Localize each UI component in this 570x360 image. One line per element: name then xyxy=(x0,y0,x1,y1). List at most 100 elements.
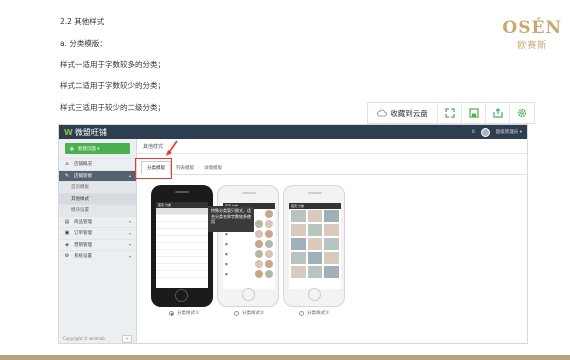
tab-detail-template[interactable]: 详情模版 xyxy=(199,161,227,174)
radio-button[interactable] xyxy=(299,310,304,316)
phone-preview-style-1[interactable]: 首页 分类 xyxy=(151,185,213,307)
sidebar-item-overview[interactable]: ⌂ 店铺概况 xyxy=(59,158,136,170)
section-heading: 2.2 其他样式 xyxy=(60,17,105,26)
sidebar-item-system[interactable]: ⚙ 系统设置 ▾ xyxy=(59,250,136,262)
list-item xyxy=(289,209,341,223)
gear-icon xyxy=(517,108,527,118)
radio-button[interactable] xyxy=(169,310,174,316)
category-image xyxy=(255,230,263,238)
order-icon: ▣ xyxy=(64,230,70,237)
save-to-cloud-label: 收藏到云盘 xyxy=(390,108,428,118)
plus-icon: + xyxy=(69,144,75,153)
radio-label: 分类样式③ xyxy=(307,311,330,316)
radio-label: 分类样式② xyxy=(242,311,265,316)
sidebar-item-label: 营销管理 xyxy=(74,242,92,248)
chevron-down-icon: ▾ xyxy=(128,242,131,248)
red-arrow-icon xyxy=(166,140,178,156)
list-item xyxy=(156,215,208,222)
save-to-cloud-button[interactable]: 收藏到云盘 xyxy=(368,103,438,123)
chevron-up-icon: ▴ xyxy=(128,173,131,179)
sidebar-subitem-other-styles[interactable]: 其他样式 xyxy=(59,192,136,204)
style-tooltip: 特殊分类暂只限式，适合分类名称字数较多使用 xyxy=(208,206,254,232)
list-item xyxy=(156,257,208,264)
chevron-down-icon: ▾ xyxy=(128,253,131,259)
topbar-right: 0 超级管理员 ▾ xyxy=(472,127,527,137)
tab-highlight-box xyxy=(135,158,172,179)
phone-speaker xyxy=(308,192,322,194)
sidebar-item-products[interactable]: ▤ 商品管理 ▾ xyxy=(59,215,136,228)
category-image xyxy=(265,260,273,268)
sidebar-subitem-module-settings[interactable]: 模块设置 xyxy=(59,204,136,216)
chevron-down-icon: ▾ xyxy=(128,219,131,225)
sidebar-subitem-home-template[interactable]: 首页模板 xyxy=(59,181,136,193)
radio-style-3[interactable]: 分类样式③ xyxy=(299,310,329,316)
cloud-icon xyxy=(377,109,388,117)
chevron-down-icon: ▾ xyxy=(128,230,131,236)
phone-preview-style-2[interactable]: 首页 分类 ■ ■ ■ ■ ■ ■ ■ xyxy=(217,185,279,307)
sidebar-item-marketing[interactable]: ◈ 营销管理 ▾ xyxy=(59,238,136,251)
brand-name: OSÉN xyxy=(502,18,562,38)
sidebar-item-label: 店铺概况 xyxy=(74,162,92,168)
list-item xyxy=(156,236,208,243)
breadcrumb: 其他样式 xyxy=(137,139,527,154)
subheading: a. 分类模版： xyxy=(60,39,107,48)
category-image xyxy=(255,270,263,278)
marketing-icon: ◈ xyxy=(65,241,69,248)
share-icon xyxy=(492,108,503,118)
floppy-icon xyxy=(468,108,479,118)
phone-preview-style-3[interactable]: 首页 分类 xyxy=(283,185,345,307)
list-item xyxy=(156,222,208,229)
category-image xyxy=(265,250,273,258)
list-item xyxy=(289,237,341,251)
settings-button[interactable] xyxy=(510,103,534,123)
fullscreen-button[interactable] xyxy=(438,103,462,123)
app-logo-text: 微盟旺铺 xyxy=(74,127,107,137)
sidebar-item-orders[interactable]: ▣ 订单管理 ▾ xyxy=(59,227,136,239)
list-item xyxy=(289,251,341,265)
list-item xyxy=(156,264,208,271)
tab-list-template[interactable]: 列表模版 xyxy=(171,161,199,174)
category-image xyxy=(255,240,263,248)
sidebar-item-label: 店铺装修 xyxy=(74,173,92,179)
list-item: ■ xyxy=(223,249,275,259)
pencil-icon: ✎ xyxy=(64,172,70,179)
radio-button[interactable] xyxy=(234,310,239,316)
list-item xyxy=(156,229,208,236)
category-image xyxy=(265,210,273,218)
copyright: Copyright © weimob xyxy=(63,336,105,341)
phone-home-button xyxy=(308,288,321,301)
brand-name-cn: 欧赛斯 xyxy=(517,41,548,51)
share-button[interactable] xyxy=(486,103,510,123)
category-image xyxy=(255,220,263,228)
template-tabs: 分类模版 列表模版 详情模版 xyxy=(141,161,527,175)
footer-bar xyxy=(0,355,570,360)
avatar[interactable] xyxy=(480,127,490,137)
radio-style-2[interactable]: 分类样式② xyxy=(234,310,264,316)
style-line-3: 样式三适用于较少的二级分类； xyxy=(60,103,165,112)
category-image xyxy=(265,230,273,238)
category-image xyxy=(255,250,263,258)
list-item xyxy=(156,250,208,257)
category-image xyxy=(265,240,273,248)
category-image xyxy=(265,270,273,278)
box-icon: ▤ xyxy=(64,218,70,225)
radio-style-1[interactable]: 分类样式① xyxy=(169,310,199,316)
phone-speaker xyxy=(242,192,256,194)
new-page-label: 新建页面 ▾ xyxy=(77,146,100,152)
list-item: ■ xyxy=(223,269,275,279)
floating-toolbar: 收藏到云盘 xyxy=(367,102,535,124)
list-item xyxy=(289,223,341,237)
new-page-button[interactable]: + 新建页面 ▾ xyxy=(65,143,130,154)
app-logo[interactable]: W 微盟旺铺 xyxy=(59,127,137,138)
list-item: ■ xyxy=(223,259,275,269)
brand-logo: OSÉN 欧赛斯 xyxy=(502,18,562,51)
save-button[interactable] xyxy=(462,103,486,123)
phone-speaker xyxy=(175,191,189,193)
phone-home-button xyxy=(242,288,255,301)
sidebar: + 新建页面 ▾ ⌂ 店铺概况 ✎ 店铺装修 ▴ 首页模板 其他样式 模块设置 … xyxy=(59,139,137,343)
sidebar-item-decoration[interactable]: ✎ 店铺装修 ▴ xyxy=(59,169,136,181)
collapse-sidebar-button[interactable]: « xyxy=(122,335,132,343)
user-menu[interactable]: 超级管理员 ▾ xyxy=(496,129,522,135)
notification-count[interactable]: 0 xyxy=(472,130,475,135)
radio-label: 分类样式① xyxy=(177,311,200,316)
